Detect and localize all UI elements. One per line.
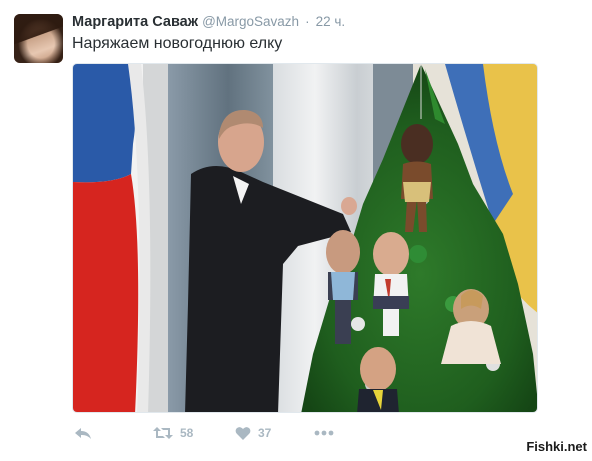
watermark: Fishki.net: [525, 439, 588, 454]
flag: [73, 64, 151, 412]
photo-image: [73, 64, 537, 412]
tweet-actions: 58 37: [72, 422, 542, 444]
retweet-button[interactable]: 58: [153, 422, 193, 444]
retweet-count: 58: [180, 426, 194, 440]
more-icon: [314, 430, 334, 436]
tweet-text: Наряжаем новогоднюю елку: [72, 35, 283, 52]
author-name[interactable]: Маргарита Саваж: [72, 14, 198, 30]
separator-dot: ·: [305, 14, 310, 29]
reply-icon: [75, 428, 91, 439]
like-button[interactable]: 37: [235, 422, 271, 444]
more-button[interactable]: [314, 422, 334, 444]
tweet-timestamp[interactable]: 22 ч.: [316, 14, 346, 29]
like-count: 37: [258, 426, 272, 440]
retweet-icon: [153, 427, 173, 439]
avatar[interactable]: [14, 14, 63, 63]
tweet-header: Маргарита Саваж @MargoSavazh · 22 ч.: [72, 12, 345, 32]
ornament-bottom: [357, 347, 399, 412]
avatar-image: [14, 14, 63, 63]
author-handle[interactable]: @MargoSavazh: [202, 14, 299, 29]
heart-icon: [235, 426, 251, 440]
tweet: Маргарита Саваж @MargoSavazh · 22 ч. Нар…: [0, 0, 592, 461]
tweet-photo[interactable]: [72, 63, 538, 413]
reply-button[interactable]: [74, 422, 92, 444]
